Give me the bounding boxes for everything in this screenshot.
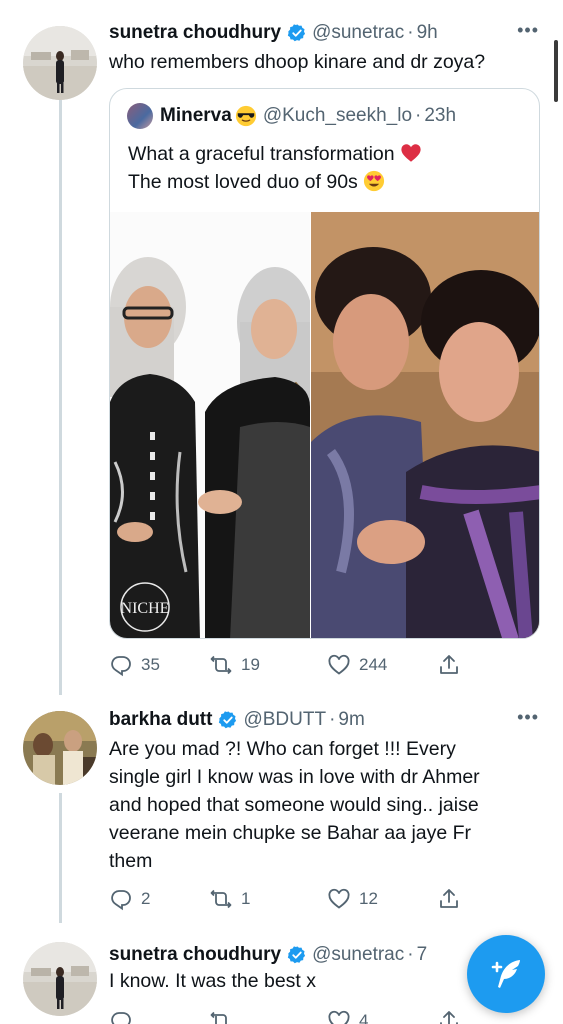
- reply-button[interactable]: 35: [109, 653, 209, 677]
- separator-dot: ·: [407, 944, 414, 965]
- tweet[interactable]: sunetra choudhury @sunetrac · 9h ••• who…: [0, 18, 563, 678]
- author-name: Minerva: [160, 105, 232, 126]
- tweet-header: sunetra choudhury @sunetrac · 7: [109, 940, 493, 970]
- verified-badge-icon: [287, 24, 306, 42]
- tweet-text-line: single girl I know was in love with dr A…: [109, 766, 480, 788]
- reply-count: 2: [141, 889, 151, 908]
- retweet-count: 19: [241, 655, 260, 674]
- timestamp[interactable]: 9h: [417, 22, 438, 44]
- like-button[interactable]: 4: [327, 1009, 437, 1024]
- sunglasses-emoji-icon: [235, 105, 256, 127]
- avatar: [127, 103, 153, 129]
- share-button[interactable]: [437, 653, 469, 677]
- separator-dot: ·: [407, 22, 414, 43]
- like-count: 12: [359, 889, 378, 908]
- separator-dot: ·: [415, 105, 422, 126]
- timestamp: 23h: [424, 105, 457, 126]
- heart-icon: [328, 654, 350, 675]
- author-handle: @BDUTT: [243, 709, 327, 730]
- author-name[interactable]: barkha dutt: [109, 709, 212, 731]
- avatar-photo: [23, 942, 97, 1016]
- tweet[interactable]: barkha dutt @BDUTT · 9m ••• Are you mad …: [0, 705, 563, 925]
- tweet-actions: 35 19 244: [109, 650, 489, 680]
- avatar[interactable]: [23, 26, 97, 100]
- author-name[interactable]: sunetra choudhury: [109, 22, 281, 44]
- avatar[interactable]: [23, 942, 97, 1016]
- heart-eyes-emoji-icon: [364, 170, 385, 192]
- quoted-photo-left[interactable]: NICHE: [110, 212, 313, 638]
- reply-button[interactable]: 2: [109, 887, 209, 911]
- tweet-header: barkha dutt @BDUTT · 9m: [109, 705, 553, 735]
- tweet-actions: 4: [109, 1006, 489, 1024]
- quoted-tweet-text: What a graceful transformation The most …: [128, 140, 422, 196]
- author-name[interactable]: sunetra choudhury: [109, 944, 281, 966]
- share-icon: [440, 655, 458, 674]
- like-button[interactable]: 244: [327, 653, 437, 677]
- retweet-button[interactable]: [209, 1009, 327, 1024]
- avatar-photo: [23, 26, 97, 100]
- quoted-tweet-header: Minerva @Kuch_seekh_lo · 23h: [127, 101, 456, 131]
- scrollbar[interactable]: [554, 40, 558, 102]
- like-count: 4: [359, 1011, 369, 1024]
- quoted-tweet-line: What a graceful transformation: [128, 143, 395, 165]
- retweet-icon: [210, 655, 232, 675]
- verified-badge-icon: [287, 946, 306, 964]
- reply-count: 35: [141, 655, 160, 674]
- more-icon[interactable]: •••: [517, 707, 539, 728]
- tweet-text-line: them: [109, 850, 153, 872]
- verified-badge-icon: [219, 711, 237, 729]
- photo-illustration: [311, 212, 539, 638]
- heart-icon: [328, 888, 350, 909]
- tweet-text-line: and hoped that someone would sing.. jais…: [109, 794, 479, 816]
- timestamp[interactable]: 7: [417, 944, 428, 966]
- author-handle: @sunetrac: [312, 22, 405, 43]
- avatar-photo: [23, 711, 97, 785]
- share-button[interactable]: [437, 887, 469, 911]
- author-handle: @Kuch_seekh_lo: [262, 105, 413, 126]
- quoted-tweet-line: The most loved duo of 90s: [128, 171, 358, 193]
- author-handle: @sunetrac: [312, 944, 405, 965]
- reply-button[interactable]: [109, 1009, 209, 1024]
- tweet-text-line: veerane mein chupke se Bahar aa jaye Fr: [109, 822, 472, 844]
- avatar[interactable]: [23, 711, 97, 785]
- watermark-text: NICHE: [121, 600, 170, 617]
- share-icon: [440, 889, 458, 908]
- reply-icon: [111, 656, 131, 677]
- quoted-photo-right[interactable]: [311, 212, 539, 638]
- separator-dot: ·: [329, 709, 336, 730]
- share-icon: [440, 1011, 458, 1024]
- quoted-tweet[interactable]: Minerva @Kuch_seekh_lo · 23h What a grac…: [109, 88, 540, 639]
- photo-illustration: NICHE: [110, 212, 313, 638]
- more-icon[interactable]: •••: [517, 20, 539, 41]
- retweet-icon: [210, 1011, 229, 1024]
- reply-icon: [111, 1012, 131, 1024]
- tweet-header: sunetra choudhury @sunetrac · 9h: [109, 18, 553, 48]
- share-button[interactable]: [437, 1009, 469, 1024]
- tweet-text: Are you mad ?! Who can forget !!! Every …: [109, 735, 547, 875]
- reply-icon: [111, 890, 131, 911]
- tweet-text-line: Are you mad ?! Who can forget !!! Every: [109, 738, 456, 760]
- like-count: 244: [359, 655, 388, 674]
- tweet-actions: 2 1 12: [109, 884, 489, 914]
- compose-tweet-button[interactable]: [467, 935, 545, 1013]
- heart-icon: [328, 1010, 350, 1024]
- timestamp[interactable]: 9m: [338, 709, 364, 731]
- like-button[interactable]: 12: [327, 887, 437, 911]
- tweet-text: who remembers dhoop kinare and dr zoya?: [109, 51, 486, 73]
- retweet-count: 1: [241, 889, 251, 908]
- retweet-button[interactable]: 19: [209, 653, 327, 677]
- compose-tweet-icon: [491, 960, 520, 988]
- retweet-icon: [210, 889, 232, 909]
- red-heart-emoji-icon: [401, 144, 421, 162]
- retweet-button[interactable]: 1: [209, 887, 327, 911]
